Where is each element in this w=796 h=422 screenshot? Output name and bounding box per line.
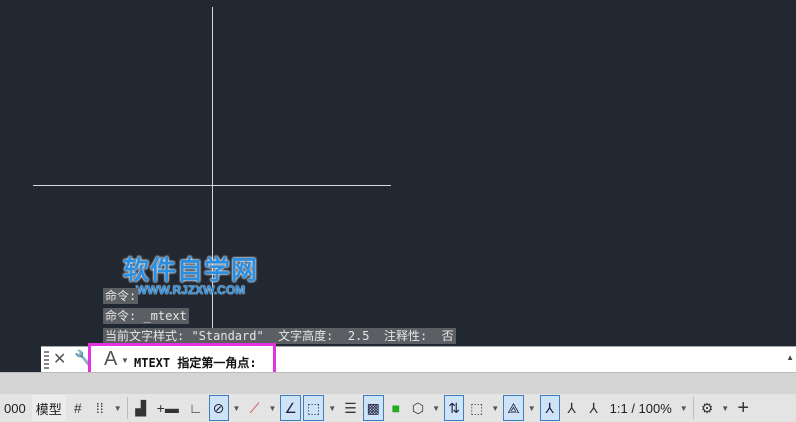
chevron-down-icon[interactable]: ▼	[430, 404, 442, 413]
chevron-down-icon[interactable]: ▼	[112, 404, 124, 413]
chevron-down-icon[interactable]: ▼	[121, 356, 129, 365]
drag-handle[interactable]	[44, 351, 49, 369]
gizmo-icon[interactable]: ⟁	[503, 395, 524, 421]
plus-icon[interactable]: +	[733, 395, 753, 421]
watermark-url: WWW.RJZXW.COM	[135, 283, 246, 297]
dynamic-ucs-icon[interactable]: ⇅	[444, 395, 465, 421]
selection-cycling-icon[interactable]: ■	[386, 395, 406, 421]
polar-icon[interactable]: ⊘	[208, 395, 229, 421]
history-line: 命令: _mtext	[103, 308, 189, 324]
chevron-down-icon[interactable]: ▼	[526, 404, 538, 413]
chevron-down-icon[interactable]: ▼	[326, 404, 338, 413]
text-A-icon[interactable]: A	[104, 348, 117, 371]
coordinates[interactable]: 000	[0, 395, 30, 421]
chevron-down-icon[interactable]: ▼	[266, 404, 278, 413]
watermark-logo: 软件自学网 WWW.RJZXW.COM	[123, 250, 258, 297]
gear-icon[interactable]: ⚙	[697, 395, 718, 421]
command-prompt: MTEXT 指定第一角点:	[134, 356, 257, 370]
history-up-icon[interactable]: ▲	[786, 353, 794, 362]
grid-icon[interactable]: #	[68, 395, 88, 421]
dynamic-input-icon[interactable]: +▬	[153, 395, 183, 421]
chevron-down-icon[interactable]: ▼	[719, 404, 731, 413]
watermark-title: 软件自学网	[123, 255, 259, 285]
scale-dropdown[interactable]: 1:1 / 100%	[606, 395, 676, 421]
annotation-visibility-icon[interactable]: ⅄	[539, 395, 560, 421]
chevron-down-icon[interactable]: ▼	[231, 404, 243, 413]
3d-osnap-icon[interactable]: ⬡	[408, 395, 428, 421]
model-tab[interactable]: 模型	[31, 395, 66, 421]
snap-icon[interactable]: ⁞⁞	[90, 395, 110, 421]
object-snap-icon[interactable]: ⬚	[302, 395, 325, 421]
isodraft-icon[interactable]: ⟋	[244, 395, 264, 421]
status-bar: 000 模型 # ⁞⁞ ▼ ▟ +▬ ∟ ⊘ ▼ ⟋ ▼ ∠ ⬚ ▼ ☰ ▩ ■ ⬡ ▼ …	[0, 372, 796, 422]
ortho-icon[interactable]: ∟	[185, 395, 207, 421]
history-line: 命令:	[103, 288, 139, 304]
transparency-icon[interactable]: ▩	[362, 395, 384, 421]
infer-icon[interactable]: ▟	[131, 395, 151, 421]
drawing-canvas[interactable]: 软件自学网 WWW.RJZXW.COM 命令: 命令: _mtext 当前文字样…	[0, 0, 796, 346]
close-icon[interactable]: ✕	[53, 349, 66, 369]
selection-filter-icon[interactable]: ⬚	[466, 395, 487, 421]
chevron-down-icon[interactable]: ▼	[489, 404, 501, 413]
object-snap-tracking-icon[interactable]: ∠	[280, 395, 301, 421]
annotation-scale-icon[interactable]: ⅄	[584, 395, 604, 421]
auto-scale-icon[interactable]: ⅄	[562, 395, 582, 421]
crosshair-horizontal	[33, 185, 391, 186]
history-line: 当前文字样式: "Standard" 文字高度: 2.5 注释性: 否	[103, 328, 456, 344]
chevron-down-icon[interactable]: ▼	[678, 404, 690, 413]
lineweight-icon[interactable]: ☰	[340, 395, 361, 421]
